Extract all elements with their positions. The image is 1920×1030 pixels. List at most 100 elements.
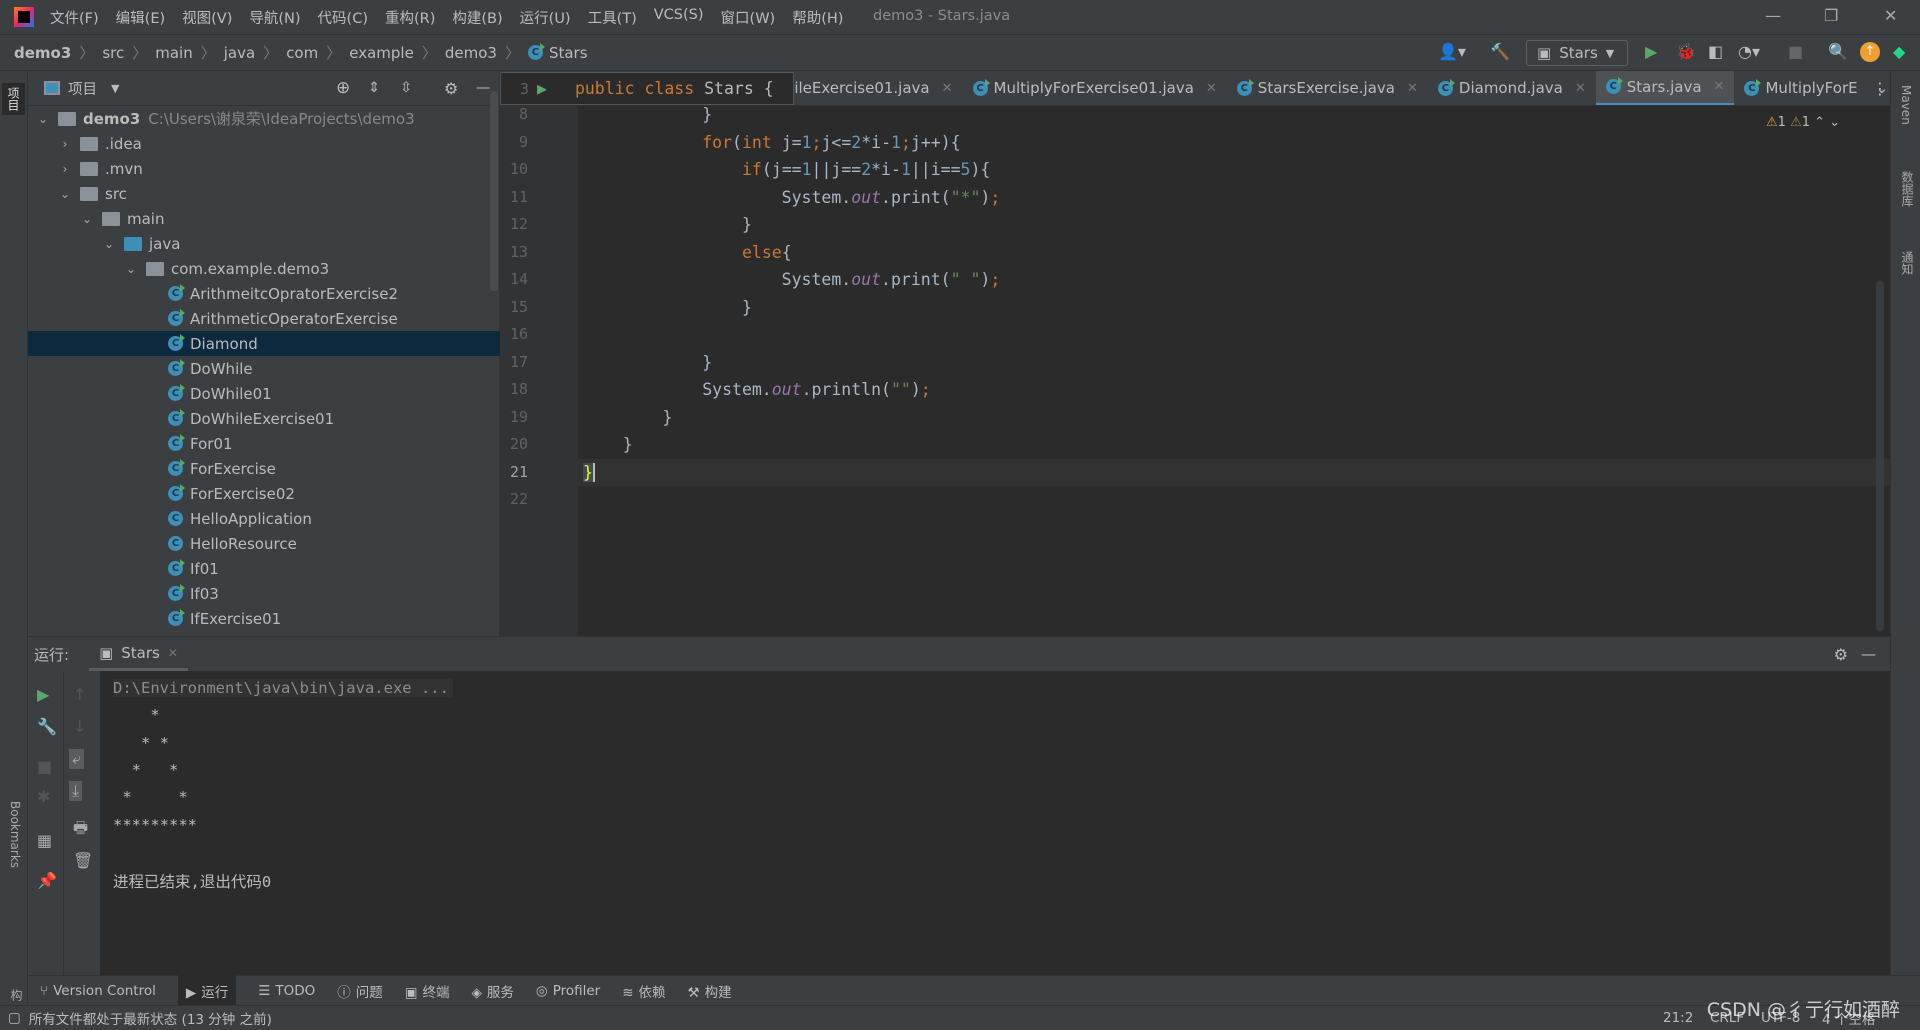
tool-window-button[interactable]: ◎ Profiler bbox=[536, 983, 600, 999]
gear-icon[interactable]: ⚙ bbox=[1834, 645, 1848, 664]
update-icon[interactable]: ↑ bbox=[1860, 42, 1880, 62]
rerun-icon[interactable]: ▶ bbox=[37, 685, 49, 704]
breadcrumb-item[interactable]: java bbox=[224, 44, 255, 62]
project-scrollbar[interactable] bbox=[490, 91, 498, 291]
menu-item[interactable]: 运行(U) bbox=[520, 7, 571, 28]
code-line[interactable]: for(int j=1;j<=2*i-1;j++){ bbox=[583, 129, 960, 156]
tree-item[interactable]: C IfExercise01 bbox=[28, 606, 500, 631]
tree-item[interactable]: C DoWhile bbox=[28, 356, 500, 381]
tree-item[interactable]: ⌄ com.example.demo3 bbox=[28, 256, 500, 281]
chevron-down-icon[interactable]: ▼ bbox=[111, 82, 119, 95]
scroll-to-end-icon[interactable]: ⤓ bbox=[69, 781, 83, 801]
code-line[interactable]: } bbox=[583, 294, 752, 321]
print-icon[interactable]: 🖶 bbox=[73, 817, 88, 844]
close-tab-icon[interactable]: ✕ bbox=[1206, 81, 1217, 96]
debug-disabled-icon[interactable]: ✱ bbox=[37, 787, 50, 806]
run-tab[interactable]: ▣ Stars ✕ bbox=[89, 637, 188, 671]
expand-all-icon[interactable]: ⇕ bbox=[368, 80, 380, 96]
project-tool-button[interactable]: 项目 bbox=[2, 83, 25, 115]
status-icon[interactable]: ▢ bbox=[8, 1010, 21, 1026]
editor-tab[interactable]: C MultiplyForExercise01.java ✕ bbox=[963, 71, 1227, 105]
menu-item[interactable]: 帮助(H) bbox=[792, 7, 843, 28]
tree-item[interactable]: › .mvn bbox=[28, 156, 500, 181]
close-tab-icon[interactable]: ✕ bbox=[1407, 81, 1418, 96]
profile-icon[interactable]: ◔▾ bbox=[1738, 42, 1760, 61]
tree-item[interactable]: C ArithmeitcOpratorExercise2 bbox=[28, 281, 500, 306]
bookmarks-tool-button[interactable]: Bookmarks bbox=[8, 801, 22, 868]
breadcrumb-item[interactable]: com bbox=[286, 44, 318, 62]
code-line[interactable]: } bbox=[583, 101, 712, 128]
tool-window-button[interactable]: ▶ 运行 bbox=[177, 974, 237, 1007]
tool-window-button[interactable]: ☰ TODO bbox=[258, 983, 315, 999]
tool-window-button[interactable]: ≋ 依赖 bbox=[622, 981, 665, 1001]
chevron-down-icon[interactable]: ⌄ bbox=[58, 187, 72, 201]
trash-icon[interactable]: 🗑 bbox=[73, 851, 93, 870]
code-line[interactable]: } bbox=[583, 349, 712, 376]
close-tab-icon[interactable]: ✕ bbox=[1714, 79, 1725, 94]
inspection-widget[interactable]: ⚠1 ⚠1 ⌃ ⌄ bbox=[1766, 115, 1840, 130]
hide-icon[interactable]: — bbox=[1861, 645, 1876, 663]
tree-item[interactable]: C ForExercise bbox=[28, 456, 500, 481]
tool-window-button[interactable]: ⓘ 问题 bbox=[337, 981, 383, 1001]
stop-icon[interactable]: ■ bbox=[1788, 42, 1803, 61]
maven-tool-button[interactable]: Maven bbox=[1899, 85, 1913, 125]
tree-item[interactable]: ⌄ java bbox=[28, 231, 500, 256]
run-config-dropdown[interactable]: ▣ Stars ▼ bbox=[1526, 40, 1628, 66]
breadcrumb-item[interactable]: Stars bbox=[549, 44, 588, 62]
tree-item[interactable]: C ArithmeticOperatorExercise bbox=[28, 306, 500, 331]
chevron-down-icon[interactable]: ⌄ bbox=[124, 262, 138, 276]
tree-item[interactable]: › .idea bbox=[28, 131, 500, 156]
up-arrow-icon[interactable]: ↑ bbox=[73, 685, 86, 704]
tool-window-button[interactable]: ⑂ Version Control bbox=[40, 983, 156, 999]
close-tab-icon[interactable]: ✕ bbox=[942, 81, 953, 96]
code-with-me-icon[interactable]: ◆ bbox=[1893, 42, 1905, 61]
run-icon[interactable]: ▶ bbox=[1645, 42, 1657, 61]
menu-item[interactable]: 窗口(W) bbox=[721, 7, 776, 28]
chevron-right-icon[interactable]: › bbox=[58, 162, 72, 176]
code-line[interactable]: } bbox=[583, 459, 595, 486]
breadcrumb-item[interactable]: src bbox=[102, 44, 124, 62]
menu-item[interactable]: 编辑(E) bbox=[116, 7, 165, 28]
tree-item[interactable]: C DoWhileExercise01 bbox=[28, 406, 500, 431]
code-line[interactable]: } bbox=[583, 431, 633, 458]
tree-item[interactable]: C If03 bbox=[28, 581, 500, 606]
code-line[interactable]: } bbox=[583, 404, 672, 431]
chevron-down-icon[interactable]: ⌄ bbox=[80, 212, 94, 226]
close-icon[interactable]: ✕ bbox=[168, 646, 178, 660]
tool-window-button[interactable]: ◈ 服务 bbox=[472, 981, 514, 1001]
database-tool-button[interactable]: 数据库 bbox=[1899, 171, 1916, 207]
sticky-scroll-header[interactable]: 3 ▶ public class Stars { bbox=[500, 72, 794, 105]
next-highlight-icon[interactable]: ⌄ bbox=[1829, 115, 1840, 130]
layout-icon[interactable]: ▦ bbox=[37, 831, 52, 850]
code-line[interactable]: System.out.print("*"); bbox=[583, 184, 1001, 211]
code-line[interactable]: else{ bbox=[583, 239, 792, 266]
code-line[interactable]: if(j==1||j==2*i-1||i==5){ bbox=[583, 156, 990, 183]
tree-item[interactable]: C For01 bbox=[28, 431, 500, 456]
code-area[interactable]: } for(int j=1;j<=2*i-1;j++){ if(j==1||j=… bbox=[500, 105, 1890, 636]
menu-item[interactable]: 重构(R) bbox=[385, 7, 435, 28]
collapse-all-icon[interactable]: ⇳ bbox=[400, 80, 412, 96]
tree-item[interactable]: C If01 bbox=[28, 556, 500, 581]
project-view-selector[interactable]: 项目 bbox=[68, 78, 97, 99]
editor-tab[interactable]: C Diamond.java ✕ bbox=[1428, 71, 1596, 105]
editor-scrollbar[interactable] bbox=[1876, 281, 1884, 631]
code-line[interactable]: } bbox=[583, 211, 752, 238]
editor-tab[interactable]: C Stars.java ✕ bbox=[1595, 71, 1735, 105]
menu-item[interactable]: 文件(F) bbox=[50, 7, 99, 28]
user-icon[interactable]: 👤▾ bbox=[1438, 42, 1466, 61]
close-tab-icon[interactable]: ✕ bbox=[1575, 81, 1586, 96]
breadcrumb-item[interactable]: example bbox=[349, 44, 414, 62]
stop-icon[interactable]: ■ bbox=[37, 757, 52, 776]
chevron-down-icon[interactable]: ⌄ bbox=[102, 237, 116, 251]
chevron-right-icon[interactable]: › bbox=[58, 137, 72, 151]
menu-item[interactable]: 视图(V) bbox=[182, 7, 232, 28]
tool-window-button[interactable]: ▣ 终端 bbox=[405, 981, 450, 1001]
tree-item[interactable]: C HelloApplication bbox=[28, 506, 500, 531]
previous-highlight-icon[interactable]: ⌃ bbox=[1814, 115, 1825, 130]
search-icon[interactable]: 🔍 bbox=[1828, 42, 1848, 61]
code-line[interactable]: System.out.print(" "); bbox=[583, 266, 1001, 293]
menu-item[interactable]: 导航(N) bbox=[249, 7, 300, 28]
tree-root[interactable]: ⌄ demo3 C:\Users\谢泉荣\IdeaProjects\demo3 bbox=[28, 106, 500, 131]
breadcrumb-item[interactable]: demo3 bbox=[445, 44, 497, 62]
code-line[interactable]: System.out.println(""); bbox=[583, 376, 931, 403]
